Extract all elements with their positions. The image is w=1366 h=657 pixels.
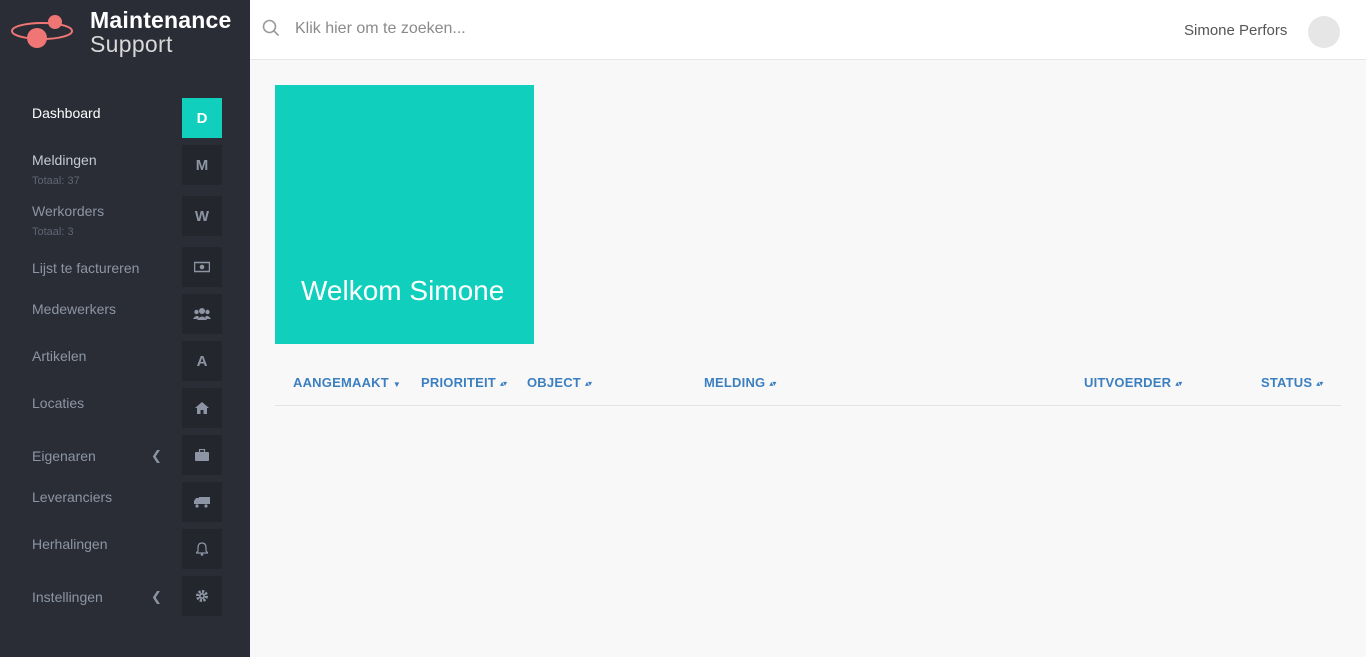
orbit-logo-icon [11, 15, 73, 48]
money-icon [182, 247, 222, 287]
search-icon[interactable] [262, 19, 280, 37]
sort-icon: ▴▾ [1175, 379, 1182, 388]
column-header-label: OBJECT [527, 375, 581, 390]
user-name[interactable]: Simone Perfors [1184, 22, 1287, 39]
meldingen-tile-icon: M [182, 145, 222, 185]
sidebar-item-label: Leveranciers [32, 489, 113, 505]
sidebar-item-label: Locaties [32, 395, 85, 411]
brand-logo[interactable]: Maintenance Support [0, 0, 250, 60]
brand-name-line2: Support [90, 31, 173, 57]
sort-icon: ▴▾ [499, 379, 507, 388]
gear-icon [182, 576, 222, 616]
column-header-label: PRIORITEIT [421, 375, 496, 390]
sort-desc-icon: ▼ [392, 380, 402, 389]
bell-icon [182, 529, 222, 569]
column-header-label: AANGEMAAKT [293, 375, 389, 390]
sidebar-item-leveranciers[interactable]: Leveranciers [0, 480, 250, 524]
top-header: Simone Perfors [250, 0, 1366, 60]
sidebar-item-artikelen[interactable]: Artikelen A [0, 339, 250, 383]
sidebar-item-label: Instellingen [32, 589, 103, 605]
sidebar-item-label: Artikelen [32, 348, 87, 364]
sidebar-item-dashboard[interactable]: Dashboard D [0, 96, 250, 140]
artikelen-tile-icon: A [182, 341, 222, 381]
sidebar-item-label: Medewerkers [32, 301, 117, 317]
sidebar-item-count: Totaal: 3 [32, 226, 74, 238]
briefcase-icon [182, 435, 222, 475]
chevron-left-icon: ❮ [151, 448, 162, 463]
welcome-tile: Welkom Simone [275, 85, 534, 344]
column-header-label: UITVOERDER [1084, 375, 1172, 390]
welcome-text: Welkom Simone [301, 275, 505, 306]
truck-icon [182, 482, 222, 522]
column-header-melding[interactable]: MELDING ▴▾ [704, 375, 777, 390]
sidebar: Maintenance Support Dashboard D Meldinge… [0, 0, 250, 657]
sidebar-item-label: Lijst te factureren [32, 260, 140, 276]
search-input[interactable] [295, 16, 795, 42]
sort-icon: ▴▾ [769, 379, 776, 388]
column-header-aangemaakt[interactable]: AANGEMAAKT ▼ [293, 375, 401, 390]
sidebar-item-eigenaren[interactable]: Eigenaren ❮ [0, 433, 250, 477]
chevron-left-icon: ❮ [151, 589, 162, 604]
avatar[interactable] [1308, 16, 1340, 48]
sidebar-item-label: Dashboard [32, 105, 101, 121]
werkorders-tile-icon: W [182, 196, 222, 236]
sidebar-item-count: Totaal: 37 [32, 175, 80, 187]
dashboard-tile-icon: D [182, 98, 222, 138]
column-header-status[interactable]: STATUS ▴▾ [1261, 375, 1324, 390]
sidebar-item-instellingen[interactable]: Instellingen ❮ [0, 574, 250, 618]
sidebar-item-label: Eigenaren [32, 448, 96, 464]
table-header: AANGEMAAKT ▼ PRIORITEIT ▴▾ OBJECT ▴▾ MELDIN… [275, 360, 1341, 406]
sidebar-item-label: Meldingen [32, 152, 97, 168]
brand-name-line1: Maintenance [90, 7, 232, 33]
column-header-prioriteit[interactable]: PRIORITEIT ▴▾ [421, 375, 508, 390]
sidebar-item-herhalingen[interactable]: Herhalingen [0, 527, 250, 571]
sort-icon: ▴▾ [1316, 379, 1323, 388]
sidebar-item-label: Herhalingen [32, 536, 108, 552]
column-header-object[interactable]: OBJECT ▴▾ [527, 375, 593, 390]
sidebar-item-label: Werkorders [32, 203, 105, 219]
sidebar-item-lijst-te-factureren[interactable]: Lijst te factureren [0, 245, 250, 289]
sidebar-item-locaties[interactable]: Locaties [0, 386, 250, 430]
column-header-label: STATUS [1261, 375, 1313, 390]
sidebar-item-meldingen[interactable]: Meldingen Totaal: 37 M [0, 143, 250, 187]
column-header-uitvoerder[interactable]: UITVOERDER ▴▾ [1084, 375, 1183, 390]
users-icon [182, 294, 222, 334]
sidebar-item-werkorders[interactable]: Werkorders Totaal: 3 W [0, 194, 250, 238]
home-icon [182, 388, 222, 428]
sidebar-item-medewerkers[interactable]: Medewerkers [0, 292, 250, 336]
sort-icon: ▴▾ [584, 379, 592, 388]
column-header-label: MELDING [704, 375, 766, 390]
